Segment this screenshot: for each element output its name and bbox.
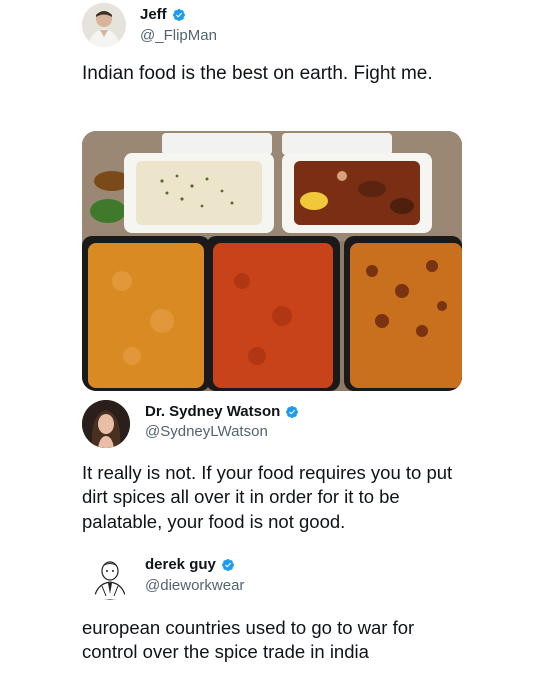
display-name[interactable]: Jeff <box>140 6 167 23</box>
avatar-sydney[interactable] <box>82 400 130 448</box>
name-row-sydney: Dr. Sydney Watson <box>145 403 299 420</box>
tweet-derek: derek guy @dieworkwear european countrie… <box>0 550 540 673</box>
food-photo-image <box>82 131 462 391</box>
tweet-text: european countries used to go to war for… <box>82 617 415 663</box>
tweet-jeff: Jeff @_FlipMan Indian food is the best o… <box>0 0 540 395</box>
verified-badge-icon <box>286 405 299 418</box>
avatar-sydney-image <box>82 400 130 448</box>
avatar-derek-image <box>88 556 132 600</box>
tweet-sydney: Dr. Sydney Watson @SydneyLWatson It real… <box>0 395 540 545</box>
avatar-jeff-image <box>82 3 126 47</box>
handle[interactable]: @dieworkwear <box>145 577 244 594</box>
handle[interactable]: @_FlipMan <box>140 27 217 44</box>
name-row-jeff: Jeff <box>140 6 186 23</box>
handle[interactable]: @SydneyLWatson <box>145 423 268 440</box>
avatar-jeff[interactable] <box>82 3 126 47</box>
avatar-derek[interactable] <box>88 556 132 600</box>
tweet-text: Indian food is the best on earth. Fight … <box>82 63 433 84</box>
food-photo[interactable] <box>82 131 462 391</box>
verified-badge-icon <box>172 8 185 21</box>
verified-badge-icon <box>221 558 234 571</box>
display-name[interactable]: Dr. Sydney Watson <box>145 403 280 420</box>
display-name[interactable]: derek guy <box>145 556 216 573</box>
name-row-derek: derek guy <box>145 556 235 573</box>
tweet-text: It really is not. If your food requires … <box>82 462 453 532</box>
